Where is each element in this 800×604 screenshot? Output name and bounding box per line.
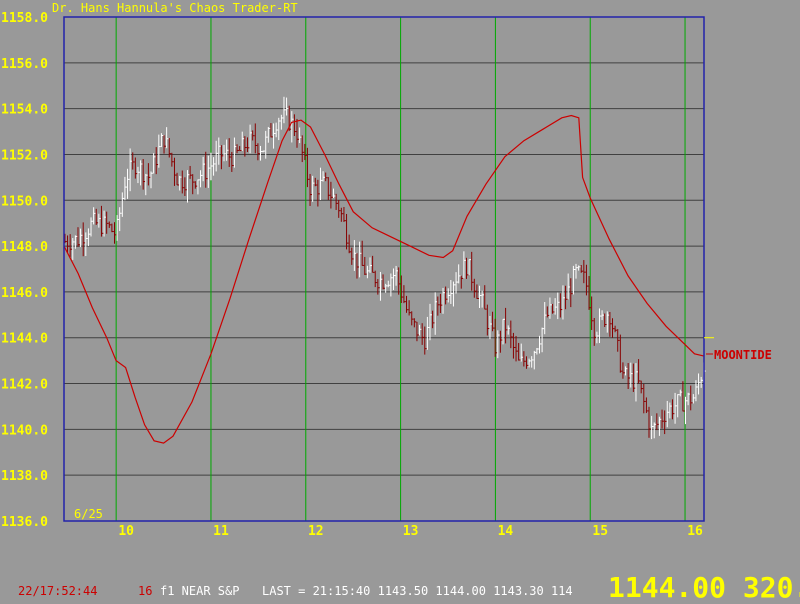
y-tick-label: 1154.0 (1, 103, 48, 118)
x-tick-label: 15 (592, 524, 608, 539)
y-tick-label: 1156.0 (1, 57, 48, 72)
x-tick-label: 12 (308, 524, 324, 539)
status-id: 16 (138, 584, 153, 598)
status-last-quote: LAST = 21:15:40 1143.50 1144.00 1143.30 … (262, 584, 573, 598)
y-tick-label: 1152.0 (1, 148, 48, 163)
y-tick-label: 1150.0 (1, 194, 48, 209)
status-bar: 22/17:52:44 16 f1 NEAR S&P LAST = 21:15:… (0, 574, 800, 602)
y-tick-label: 1146.0 (1, 286, 48, 301)
y-tick-label: 1158.0 (1, 11, 48, 26)
date-label: 6/25 (74, 507, 103, 521)
status-symbol: f1 NEAR S&P (160, 584, 240, 598)
status-big-price: 1144.00 320.0 (608, 571, 800, 604)
chart-title: Dr. Hans Hannula's Chaos Trader-RT (52, 1, 298, 15)
y-tick-label: 1142.0 (1, 378, 48, 393)
y-tick-label: 1140.0 (1, 423, 48, 438)
y-tick-label: 1138.0 (1, 469, 48, 484)
moontide-label: MOONTIDE (714, 348, 772, 362)
x-tick-label: 11 (213, 524, 229, 539)
x-tick-label: 16 (687, 524, 703, 539)
x-tick-label: 10 (118, 524, 134, 539)
y-tick-label: 1144.0 (1, 332, 48, 347)
x-tick-label: 13 (403, 524, 419, 539)
chaos-trader-chart: 1136.0 1138.0 1140.0 1142.0 1144.0 1146.0 1148… (0, 0, 800, 600)
x-tick-label: 14 (498, 524, 514, 539)
y-tick-label: 1136.0 (1, 515, 48, 530)
status-time: 22/17:52:44 (18, 584, 98, 598)
y-tick-label: 1148.0 (1, 240, 48, 255)
